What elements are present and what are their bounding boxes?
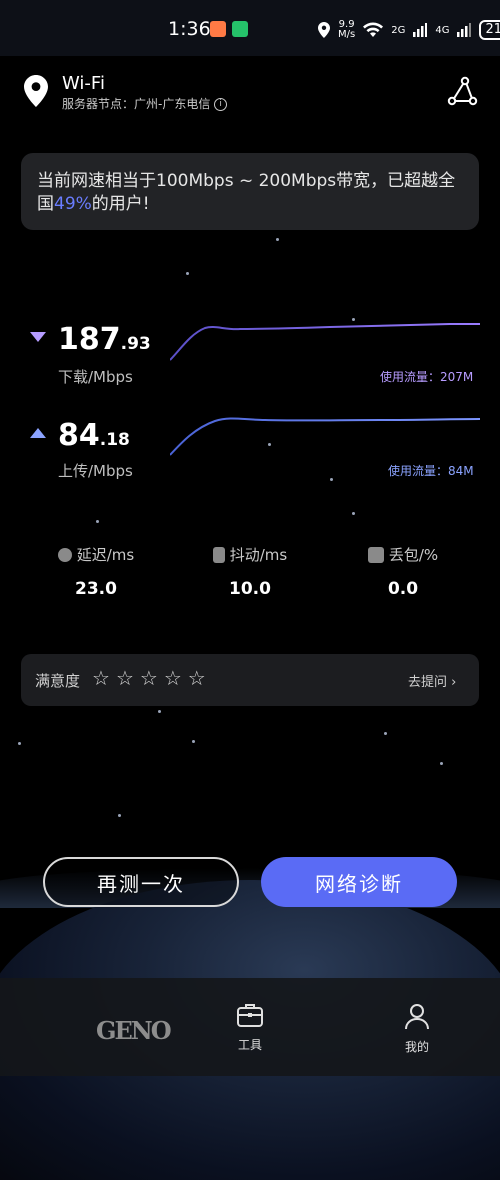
upload-speed-value: 84.18: [58, 418, 130, 453]
status-time: 1:36: [168, 18, 211, 40]
stopwatch-icon: [57, 547, 72, 562]
nav-logo[interactable]: GENO: [96, 1016, 172, 1045]
rating-stars[interactable]: ☆ ☆ ☆ ☆ ☆: [92, 668, 206, 688]
star-dot: [186, 272, 189, 275]
star-dot: [352, 512, 355, 515]
nav-tab-me[interactable]: 我的: [389, 1002, 445, 1055]
status-indicators: 9.9 M/s 2G 4G 21: [318, 16, 500, 44]
location-pin-icon: [24, 75, 48, 107]
download-speed-line: [170, 323, 480, 361]
star-dot: [96, 520, 99, 523]
nav-tab-tools[interactable]: 工具: [222, 1002, 278, 1053]
wifi-icon: [363, 22, 384, 37]
app-notification-icon: [232, 21, 248, 37]
upload-label: 上传/Mbps: [58, 462, 133, 480]
star-dot: [192, 740, 195, 743]
network-name: Wi-Fi: [62, 73, 105, 94]
user-icon: [405, 1004, 429, 1030]
packet-loss-stat: 丢包/% 0.0: [328, 544, 478, 599]
network-diagnosis-button[interactable]: 网络诊断: [261, 857, 457, 907]
server-node: 服务器节点：广州-广东电信 i: [62, 95, 228, 112]
rating-star-2[interactable]: ☆: [116, 668, 134, 688]
signal-icon: [413, 23, 428, 37]
latency-value: 23.0: [75, 579, 117, 599]
latency-stat: 延迟/ms 23.0: [21, 544, 171, 599]
rating-star-3[interactable]: ☆: [140, 668, 158, 688]
star-dot: [440, 762, 443, 765]
signal-2g-label: 2G: [391, 24, 406, 36]
rating-star-5[interactable]: ☆: [188, 668, 206, 688]
app-notification-icon: [210, 21, 226, 37]
star-dot: [158, 710, 161, 713]
download-arrow-icon: [30, 332, 46, 342]
jitter-stat: 抖动/ms 10.0: [175, 544, 325, 599]
ask-question-link[interactable]: 去提问 ›: [408, 671, 456, 690]
route-icon[interactable]: [446, 76, 478, 108]
star-dot: [18, 742, 21, 745]
download-speed-value: 187.93: [58, 322, 151, 357]
percentile-value: 49%: [54, 194, 92, 214]
star-dot: [384, 732, 387, 735]
rating-star-4[interactable]: ☆: [164, 668, 182, 688]
rating-star-1[interactable]: ☆: [92, 668, 110, 688]
speed-summary-text: 当前网速相当于100Mbps ~ 200Mbps带宽，已超越全国49%的用户!: [37, 171, 456, 214]
info-icon[interactable]: i: [214, 98, 228, 111]
nav-me-label: 我的: [404, 1040, 429, 1054]
toolbox-icon: [237, 1004, 263, 1027]
retest-button[interactable]: 再测一次: [43, 857, 239, 907]
star-dot: [330, 478, 333, 481]
packet-loss-value: 0.0: [387, 579, 419, 599]
upload-usage: 使用流量：84M: [388, 464, 474, 478]
battery-indicator: 21: [479, 20, 500, 40]
nav-tools-label: 工具: [237, 1038, 262, 1052]
speed-graphs: [170, 323, 480, 456]
satisfaction-label: 满意度: [35, 672, 81, 690]
location-icon: [318, 22, 330, 38]
download-label: 下载/Mbps: [58, 368, 133, 386]
upload-arrow-icon: [30, 428, 46, 438]
star-dot: [276, 238, 279, 241]
upload-speed-line: [170, 417, 480, 456]
net-speed: 9.9 M/s: [338, 19, 356, 40]
folder-icon: [367, 546, 384, 563]
jitter-value: 10.0: [229, 579, 271, 599]
signal-icon: [457, 23, 472, 37]
jitter-icon: [212, 546, 225, 563]
star-dot: [118, 814, 121, 817]
signal-4g-label: 4G: [435, 24, 450, 36]
